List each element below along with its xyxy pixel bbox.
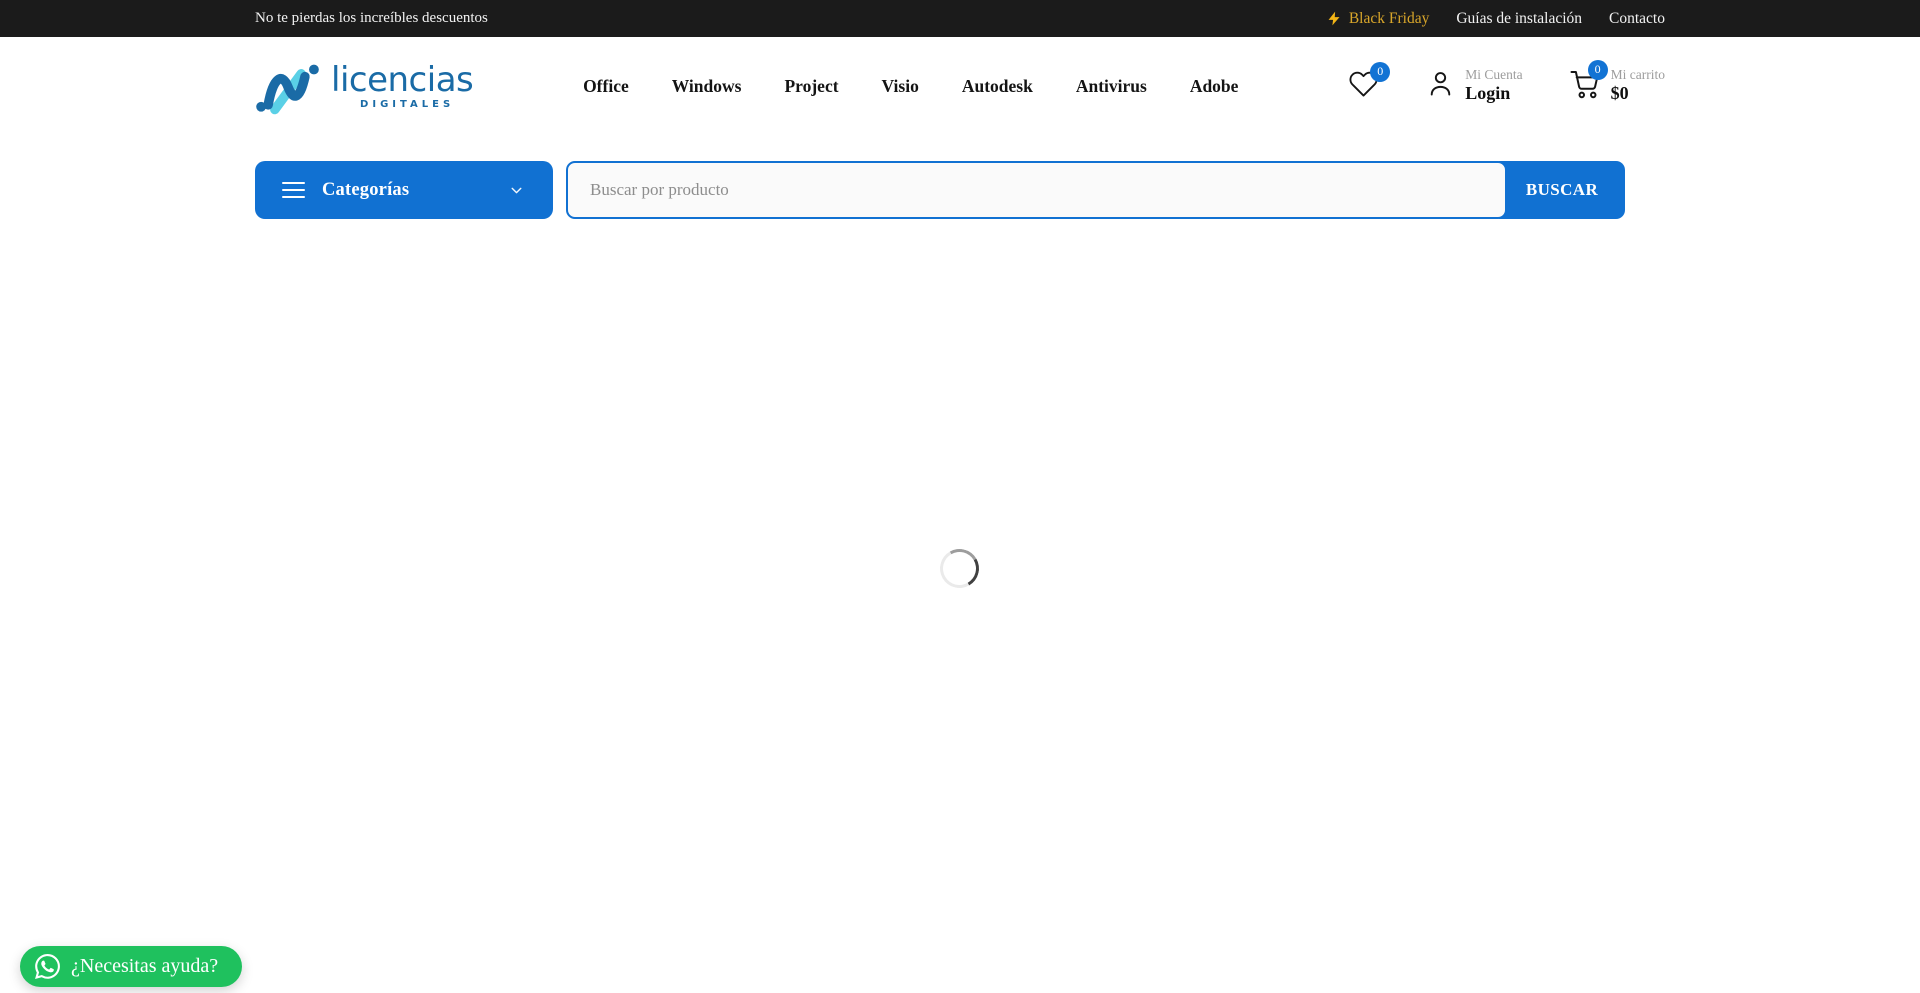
whatsapp-icon — [35, 954, 60, 979]
categories-button[interactable]: Categorías — [255, 161, 553, 219]
account-button[interactable]: Mi Cuenta Login — [1425, 67, 1522, 105]
cart-label: Mi carrito — [1611, 67, 1665, 83]
main-nav: Office Windows Project Visio Autodesk An… — [583, 76, 1238, 97]
topbar: No te pierdas los increíbles descuentos … — [0, 0, 1920, 37]
header-actions: 0 Mi Cuenta Login — [1348, 67, 1665, 105]
categories-label: Categorías — [322, 180, 409, 201]
promo-text: No te pierdas los increíbles descuentos — [255, 10, 488, 27]
cart-button[interactable]: 0 Mi carrito $0 — [1569, 67, 1665, 105]
whatsapp-button[interactable]: ¿Necesitas ayuda? — [20, 946, 242, 987]
chevron-down-icon — [508, 182, 525, 199]
hamburger-icon — [282, 182, 305, 198]
search-input[interactable] — [566, 161, 1507, 219]
topbar-link-contact[interactable]: Contacto — [1609, 10, 1665, 28]
wishlist-button[interactable]: 0 — [1348, 69, 1379, 104]
search-row: Categorías BUSCAR — [255, 161, 1625, 219]
cart-total: $0 — [1611, 83, 1665, 105]
wishlist-count-badge: 0 — [1370, 62, 1390, 82]
topbar-link-black-friday[interactable]: Black Friday — [1327, 10, 1430, 28]
account-label: Mi Cuenta — [1465, 67, 1522, 83]
search-form: BUSCAR — [566, 161, 1625, 219]
cart-count-badge: 0 — [1588, 60, 1608, 80]
site-header: licencias DIGITALES Office Windows Proje… — [0, 37, 1920, 135]
nav-item-project[interactable]: Project — [784, 76, 838, 97]
nav-item-adobe[interactable]: Adobe — [1190, 76, 1239, 97]
topbar-link-label: Guías de instalación — [1456, 10, 1582, 28]
nav-item-antivirus[interactable]: Antivirus — [1076, 76, 1147, 97]
topbar-links: Black Friday Guías de instalación Contac… — [1327, 10, 1665, 28]
logo[interactable]: licencias DIGITALES — [255, 57, 473, 115]
logo-name: licencias — [331, 63, 473, 97]
nav-item-office[interactable]: Office — [583, 76, 629, 97]
logo-icon — [255, 57, 321, 115]
lightning-icon — [1327, 10, 1342, 27]
topbar-link-label: Black Friday — [1349, 10, 1430, 28]
user-icon — [1425, 68, 1456, 104]
topbar-link-guides[interactable]: Guías de instalación — [1456, 10, 1582, 28]
search-button[interactable]: BUSCAR — [1499, 161, 1625, 219]
topbar-link-label: Contacto — [1609, 10, 1665, 28]
nav-item-visio[interactable]: Visio — [882, 76, 919, 97]
whatsapp-label: ¿Necesitas ayuda? — [71, 955, 218, 978]
loading-spinner — [940, 549, 979, 588]
nav-item-windows[interactable]: Windows — [672, 76, 742, 97]
nav-item-autodesk[interactable]: Autodesk — [962, 76, 1033, 97]
login-link: Login — [1465, 83, 1522, 105]
logo-tagline: DIGITALES — [360, 100, 454, 110]
